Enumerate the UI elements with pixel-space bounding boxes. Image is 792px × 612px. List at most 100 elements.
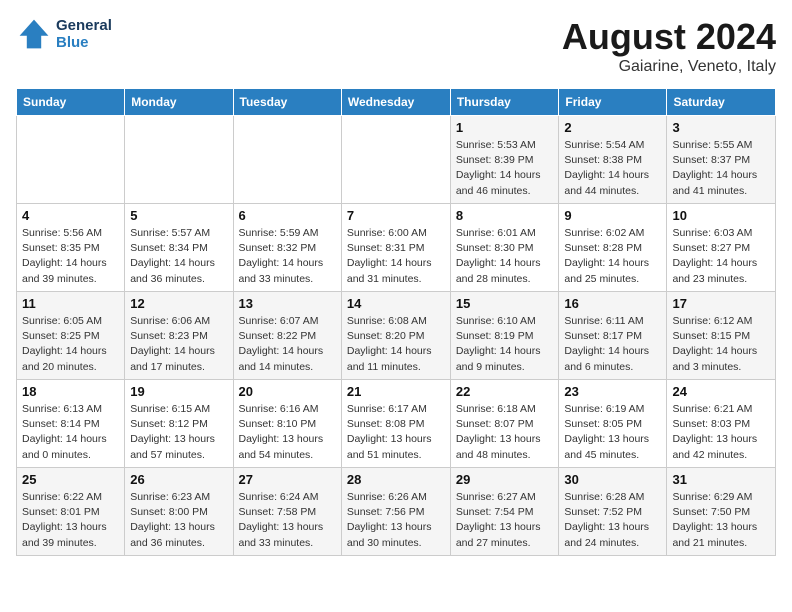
day-detail: Sunrise: 6:12 AM Sunset: 8:15 PM Dayligh…	[672, 314, 770, 375]
day-detail: Sunrise: 6:27 AM Sunset: 7:54 PM Dayligh…	[456, 490, 554, 551]
day-number: 4	[22, 208, 119, 223]
calendar-body: 1Sunrise: 5:53 AM Sunset: 8:39 PM Daylig…	[17, 116, 776, 556]
day-number: 20	[239, 384, 336, 399]
day-cell: 20 Sunrise: 6:16 AM Sunset: 8:10 PM Dayli…	[233, 380, 341, 468]
day-cell: 18 Sunrise: 6:13 AM Sunset: 8:14 PM Dayli…	[17, 380, 125, 468]
day-detail: Sunrise: 6:01 AM Sunset: 8:30 PM Dayligh…	[456, 226, 554, 287]
day-detail: Sunrise: 6:26 AM Sunset: 7:56 PM Dayligh…	[347, 490, 445, 551]
day-detail: Sunrise: 6:05 AM Sunset: 8:25 PM Dayligh…	[22, 314, 119, 375]
day-number: 3	[672, 120, 770, 135]
day-detail: Sunrise: 6:29 AM Sunset: 7:50 PM Dayligh…	[672, 490, 770, 551]
day-cell: 29 Sunrise: 6:27 AM Sunset: 7:54 PM Dayli…	[450, 468, 559, 556]
day-number: 21	[347, 384, 445, 399]
location-title: Gaiarine, Veneto, Italy	[562, 58, 776, 76]
header-cell-sunday: Sunday	[17, 89, 125, 116]
day-cell: 13 Sunrise: 6:07 AM Sunset: 8:22 PM Dayli…	[233, 292, 341, 380]
logo-icon	[16, 16, 52, 52]
day-number: 22	[456, 384, 554, 399]
header-cell-thursday: Thursday	[450, 89, 559, 116]
day-number: 28	[347, 472, 445, 487]
logo-text: General Blue	[56, 17, 112, 51]
day-detail: Sunrise: 5:54 AM Sunset: 8:38 PM Dayligh…	[564, 138, 661, 199]
week-row-3: 11 Sunrise: 6:05 AM Sunset: 8:25 PM Dayli…	[17, 292, 776, 380]
day-cell: 3 Sunrise: 5:55 AM Sunset: 8:37 PM Daylig…	[667, 116, 776, 204]
day-cell: 22 Sunrise: 6:18 AM Sunset: 8:07 PM Dayli…	[450, 380, 559, 468]
day-detail: Sunrise: 6:08 AM Sunset: 8:20 PM Dayligh…	[347, 314, 445, 375]
week-row-1: 1Sunrise: 5:53 AM Sunset: 8:39 PM Daylig…	[17, 116, 776, 204]
day-number: 29	[456, 472, 554, 487]
week-row-4: 18 Sunrise: 6:13 AM Sunset: 8:14 PM Dayli…	[17, 380, 776, 468]
day-detail: Sunrise: 6:16 AM Sunset: 8:10 PM Dayligh…	[239, 402, 336, 463]
day-number: 16	[564, 296, 661, 311]
day-cell: 24 Sunrise: 6:21 AM Sunset: 8:03 PM Dayli…	[667, 380, 776, 468]
month-title: August 2024	[562, 16, 776, 58]
day-cell: 27Sunrise: 6:24 AM Sunset: 7:58 PM Dayli…	[233, 468, 341, 556]
day-cell	[125, 116, 233, 204]
day-detail: Sunrise: 6:18 AM Sunset: 8:07 PM Dayligh…	[456, 402, 554, 463]
day-cell: 1Sunrise: 5:53 AM Sunset: 8:39 PM Daylig…	[450, 116, 559, 204]
day-number: 30	[564, 472, 661, 487]
header-cell-saturday: Saturday	[667, 89, 776, 116]
day-cell: 14 Sunrise: 6:08 AM Sunset: 8:20 PM Dayli…	[341, 292, 450, 380]
day-cell: 4 Sunrise: 5:56 AM Sunset: 8:35 PM Daylig…	[17, 204, 125, 292]
day-cell: 25 Sunrise: 6:22 AM Sunset: 8:01 PM Dayli…	[17, 468, 125, 556]
day-number: 25	[22, 472, 119, 487]
day-detail: Sunrise: 6:11 AM Sunset: 8:17 PM Dayligh…	[564, 314, 661, 375]
day-detail: Sunrise: 6:17 AM Sunset: 8:08 PM Dayligh…	[347, 402, 445, 463]
day-number: 18	[22, 384, 119, 399]
day-cell: 31 Sunrise: 6:29 AM Sunset: 7:50 PM Dayli…	[667, 468, 776, 556]
day-cell: 8 Sunrise: 6:01 AM Sunset: 8:30 PM Daylig…	[450, 204, 559, 292]
day-detail: Sunrise: 6:02 AM Sunset: 8:28 PM Dayligh…	[564, 226, 661, 287]
day-number: 9	[564, 208, 661, 223]
week-row-2: 4 Sunrise: 5:56 AM Sunset: 8:35 PM Daylig…	[17, 204, 776, 292]
day-number: 14	[347, 296, 445, 311]
day-detail: Sunrise: 6:23 AM Sunset: 8:00 PM Dayligh…	[130, 490, 227, 551]
day-number: 8	[456, 208, 554, 223]
day-number: 6	[239, 208, 336, 223]
day-detail: Sunrise: 5:56 AM Sunset: 8:35 PM Dayligh…	[22, 226, 119, 287]
day-cell: 9 Sunrise: 6:02 AM Sunset: 8:28 PM Daylig…	[559, 204, 667, 292]
day-number: 10	[672, 208, 770, 223]
day-detail: Sunrise: 6:00 AM Sunset: 8:31 PM Dayligh…	[347, 226, 445, 287]
day-cell: 2 Sunrise: 5:54 AM Sunset: 8:38 PM Daylig…	[559, 116, 667, 204]
day-detail: Sunrise: 5:59 AM Sunset: 8:32 PM Dayligh…	[239, 226, 336, 287]
day-number: 31	[672, 472, 770, 487]
day-cell: 26 Sunrise: 6:23 AM Sunset: 8:00 PM Dayli…	[125, 468, 233, 556]
day-detail: Sunrise: 6:03 AM Sunset: 8:27 PM Dayligh…	[672, 226, 770, 287]
day-cell: 15 Sunrise: 6:10 AM Sunset: 8:19 PM Dayli…	[450, 292, 559, 380]
day-detail: Sunrise: 6:19 AM Sunset: 8:05 PM Dayligh…	[564, 402, 661, 463]
day-cell	[341, 116, 450, 204]
day-detail: Sunrise: 5:55 AM Sunset: 8:37 PM Dayligh…	[672, 138, 770, 199]
day-detail: Sunrise: 6:22 AM Sunset: 8:01 PM Dayligh…	[22, 490, 119, 551]
day-number: 5	[130, 208, 227, 223]
day-detail: Sunrise: 5:53 AM Sunset: 8:39 PM Dayligh…	[456, 138, 554, 199]
day-cell	[17, 116, 125, 204]
day-detail: Sunrise: 6:10 AM Sunset: 8:19 PM Dayligh…	[456, 314, 554, 375]
day-cell: 28 Sunrise: 6:26 AM Sunset: 7:56 PM Dayli…	[341, 468, 450, 556]
day-number: 26	[130, 472, 227, 487]
header-cell-wednesday: Wednesday	[341, 89, 450, 116]
day-number: 19	[130, 384, 227, 399]
day-detail: Sunrise: 6:13 AM Sunset: 8:14 PM Dayligh…	[22, 402, 119, 463]
header: General Blue August 2024 Gaiarine, Venet…	[16, 16, 776, 76]
day-cell: 30Sunrise: 6:28 AM Sunset: 7:52 PM Dayli…	[559, 468, 667, 556]
day-number: 17	[672, 296, 770, 311]
day-detail: Sunrise: 6:07 AM Sunset: 8:22 PM Dayligh…	[239, 314, 336, 375]
day-number: 2	[564, 120, 661, 135]
day-cell: 11 Sunrise: 6:05 AM Sunset: 8:25 PM Dayli…	[17, 292, 125, 380]
logo: General Blue	[16, 16, 112, 52]
day-detail: Sunrise: 6:21 AM Sunset: 8:03 PM Dayligh…	[672, 402, 770, 463]
day-number: 11	[22, 296, 119, 311]
day-cell: 10 Sunrise: 6:03 AM Sunset: 8:27 PM Dayli…	[667, 204, 776, 292]
day-number: 24	[672, 384, 770, 399]
header-cell-tuesday: Tuesday	[233, 89, 341, 116]
header-cell-monday: Monday	[125, 89, 233, 116]
day-number: 13	[239, 296, 336, 311]
day-detail: Sunrise: 6:15 AM Sunset: 8:12 PM Dayligh…	[130, 402, 227, 463]
day-cell: 5Sunrise: 5:57 AM Sunset: 8:34 PM Daylig…	[125, 204, 233, 292]
day-number: 15	[456, 296, 554, 311]
week-row-5: 25 Sunrise: 6:22 AM Sunset: 8:01 PM Dayli…	[17, 468, 776, 556]
day-cell: 23Sunrise: 6:19 AM Sunset: 8:05 PM Dayli…	[559, 380, 667, 468]
day-cell: 16 Sunrise: 6:11 AM Sunset: 8:17 PM Dayli…	[559, 292, 667, 380]
calendar-header-row: SundayMondayTuesdayWednesdayThursdayFrid…	[17, 89, 776, 116]
